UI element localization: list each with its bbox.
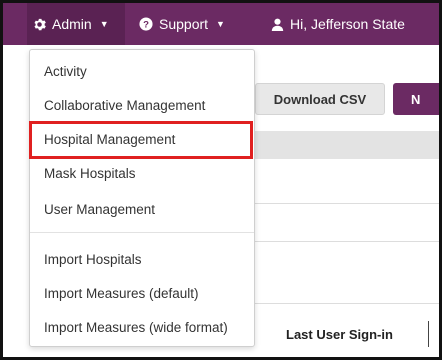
table-header-bar <box>255 131 439 159</box>
menu-item-import-hospitals[interactable]: Import Hospitals <box>30 244 254 274</box>
support-menu-toggle[interactable]: ? Support ▼ <box>125 3 253 45</box>
table-row-divider <box>255 203 439 204</box>
table-row-divider <box>255 303 439 304</box>
menu-item-mask-hospitals[interactable]: Mask Hospitals <box>30 158 254 188</box>
caret-down-icon: ▼ <box>99 19 109 29</box>
svg-text:?: ? <box>143 20 149 31</box>
top-navbar: Admin ▼ ? Support ▼ Hi, Jefferson State <box>3 3 439 45</box>
last-user-signin-column-header[interactable]: Last User Sign-in <box>286 327 393 342</box>
menu-item-user-management[interactable]: User Management <box>30 194 254 224</box>
column-divider <box>428 321 429 347</box>
screenshot-frame: Admin ▼ ? Support ▼ Hi, Jefferson State <box>0 0 442 360</box>
menu-item-activity[interactable]: Activity <box>30 56 254 86</box>
download-csv-button[interactable]: Download CSV <box>255 83 385 115</box>
admin-label: Admin <box>52 16 92 32</box>
table-row-divider <box>255 241 439 242</box>
gear-icon <box>33 18 46 31</box>
admin-dropdown-menu: Activity Collaborative Management Hospit… <box>29 49 255 347</box>
help-circle-icon: ? <box>139 17 153 31</box>
caret-down-icon: ▼ <box>216 19 225 29</box>
user-icon <box>271 18 284 31</box>
menu-divider <box>30 232 254 233</box>
menu-item-collaborative-management[interactable]: Collaborative Management <box>30 90 254 120</box>
user-menu[interactable]: Hi, Jefferson State <box>253 3 439 45</box>
admin-menu-toggle[interactable]: Admin ▼ <box>27 3 125 45</box>
new-button[interactable]: N <box>393 83 439 115</box>
support-label: Support <box>159 16 209 32</box>
highlight-box <box>29 121 253 159</box>
menu-item-import-measures-default[interactable]: Import Measures (default) <box>30 278 254 308</box>
menu-item-import-measures-wide-format[interactable]: Import Measures (wide format) <box>30 312 254 342</box>
user-greeting: Hi, Jefferson State <box>290 16 405 32</box>
